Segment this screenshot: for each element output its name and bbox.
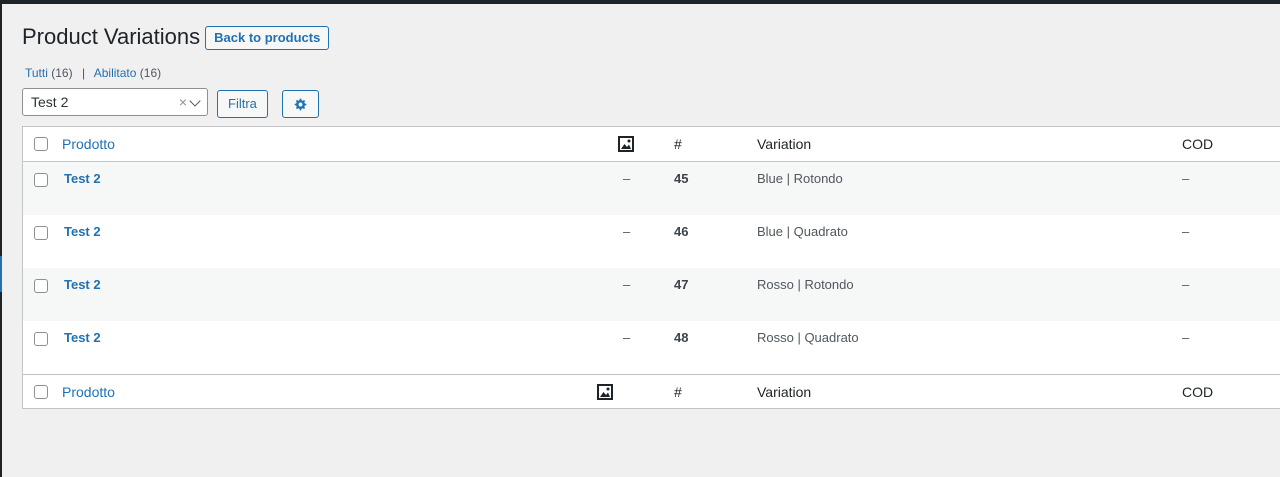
variation-attributes: Rosso | Quadrato: [757, 330, 859, 345]
table-header-row: Prodotto # Variation COD: [23, 127, 1280, 162]
image-cell: –: [623, 171, 631, 186]
cod-cell: –: [1182, 171, 1190, 186]
column-footer-id: #: [674, 384, 682, 400]
clear-selection-icon[interactable]: ×: [179, 89, 187, 115]
table-row: Test 2 – 48 Rosso | Quadrato –: [23, 321, 1280, 374]
row-checkbox[interactable]: [34, 226, 48, 240]
image-icon: [597, 384, 613, 400]
variation-id: 46: [674, 224, 689, 239]
variation-id: 45: [674, 171, 689, 186]
views-separator: |: [81, 66, 86, 80]
admin-top-bar: [0, 0, 1280, 4]
column-header-id: #: [674, 136, 682, 152]
variation-attributes: Rosso | Rotondo: [757, 277, 854, 292]
back-to-products-button[interactable]: Back to products: [205, 25, 330, 50]
filters-bar: Test 2 × Filtra: [22, 86, 319, 118]
select-all-checkbox-footer[interactable]: [34, 385, 48, 399]
gear-icon: [294, 98, 307, 110]
table-row: Test 2 – 46 Blue | Quadrato –: [23, 215, 1280, 268]
product-name-link[interactable]: Test 2: [64, 171, 101, 187]
column-footer-variation: Variation: [757, 384, 812, 400]
view-all-count: (16): [51, 66, 73, 80]
chevron-down-icon[interactable]: [189, 95, 201, 107]
variation-attributes: Blue | Rotondo: [757, 171, 843, 186]
column-footer-product[interactable]: Prodotto: [62, 384, 115, 400]
row-checkbox[interactable]: [34, 279, 48, 293]
product-name-link[interactable]: Test 2: [64, 330, 101, 346]
variations-table: Prodotto # Variation COD Test 2 – 45 Blu…: [22, 126, 1280, 409]
select-all-checkbox[interactable]: [34, 137, 48, 151]
image-cell: –: [623, 277, 631, 292]
variation-id: 47: [674, 277, 689, 292]
page-title: Product Variations: [22, 24, 201, 49]
image-cell: –: [623, 224, 631, 239]
row-checkbox[interactable]: [34, 332, 48, 346]
settings-button[interactable]: [281, 90, 319, 118]
column-header-variation: Variation: [757, 136, 812, 152]
filter-button[interactable]: Filtra: [217, 90, 268, 118]
page-header: Product Variations Back to products: [22, 23, 330, 51]
table-footer-row: Prodotto # Variation COD: [23, 374, 1280, 408]
row-checkbox[interactable]: [34, 173, 48, 187]
product-name-link[interactable]: Test 2: [64, 224, 101, 240]
image-icon: [618, 136, 634, 152]
cod-cell: –: [1182, 224, 1190, 239]
product-name-link[interactable]: Test 2: [64, 277, 101, 293]
admin-menu-active-indicator: [0, 256, 2, 292]
column-footer-cod: COD: [1182, 384, 1214, 400]
variation-id: 48: [674, 330, 689, 345]
table-row: Test 2 – 47 Rosso | Rotondo –: [23, 268, 1280, 321]
view-enabled-link[interactable]: Abilitato: [94, 66, 137, 80]
cod-cell: –: [1182, 330, 1190, 345]
product-select[interactable]: Test 2 ×: [22, 88, 208, 116]
column-header-cod: COD: [1182, 136, 1214, 152]
status-views: Tutti (16) | Abilitato (16): [25, 66, 161, 80]
cod-cell: –: [1182, 277, 1190, 292]
view-enabled-count: (16): [139, 66, 162, 80]
variation-attributes: Blue | Quadrato: [757, 224, 848, 239]
column-header-product[interactable]: Prodotto: [62, 136, 115, 152]
image-cell: –: [623, 330, 631, 345]
product-select-value: Test 2: [31, 94, 69, 110]
view-all-link[interactable]: Tutti: [25, 66, 48, 80]
table-row: Test 2 – 45 Blue | Rotondo –: [23, 162, 1280, 215]
admin-side-bar-edge: [0, 0, 2, 477]
